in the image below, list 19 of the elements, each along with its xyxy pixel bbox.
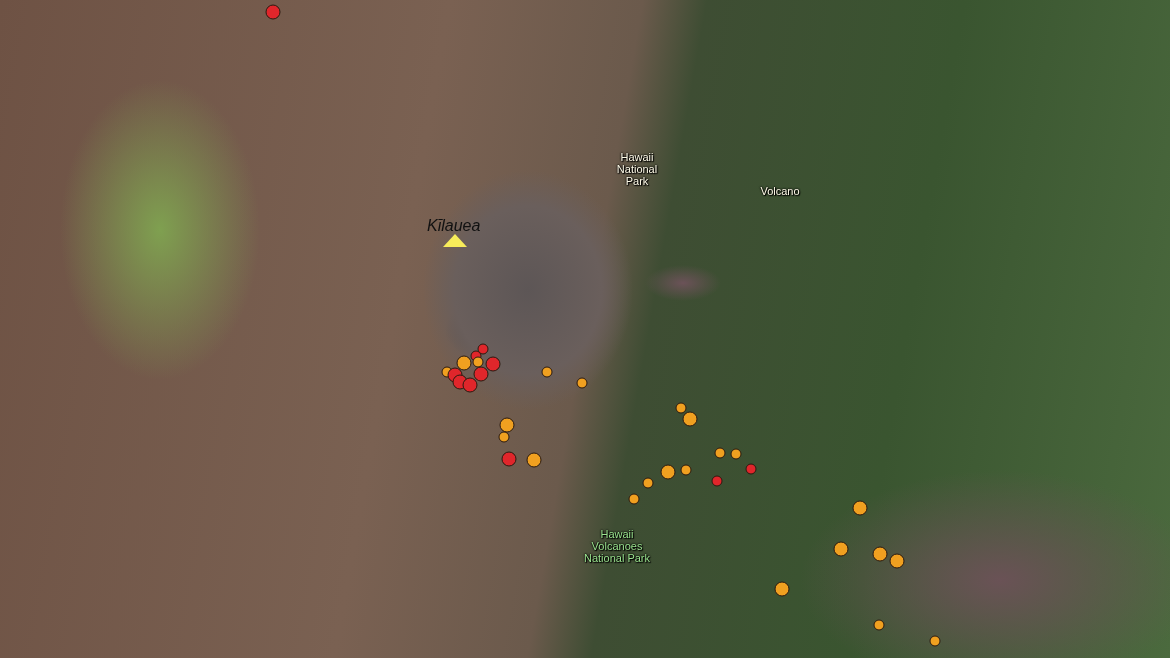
place-label: Hawaii Volcanoes National Park bbox=[584, 528, 650, 564]
earthquake-marker[interactable] bbox=[498, 431, 510, 443]
earthquake-marker[interactable] bbox=[576, 377, 588, 389]
volcano-triangle-icon[interactable] bbox=[443, 234, 467, 247]
earthquake-marker[interactable] bbox=[711, 475, 723, 487]
earthquake-marker[interactable] bbox=[628, 493, 640, 505]
earthquake-marker[interactable] bbox=[929, 635, 941, 647]
place-label: Hawaii National Park bbox=[616, 151, 658, 187]
place-label: Volcano bbox=[760, 185, 800, 197]
earthquake-marker[interactable] bbox=[541, 366, 553, 378]
earthquake-marker[interactable] bbox=[680, 464, 692, 476]
volcano-label: Kīlauea bbox=[427, 219, 481, 232]
earthquake-marker[interactable] bbox=[714, 447, 726, 459]
earthquake-marker[interactable] bbox=[642, 477, 654, 489]
earthquake-marker[interactable] bbox=[472, 356, 484, 368]
earthquake-marker[interactable] bbox=[675, 402, 687, 414]
earthquake-marker[interactable] bbox=[745, 463, 757, 475]
earthquake-marker[interactable] bbox=[873, 619, 885, 631]
earthquake-marker[interactable] bbox=[730, 448, 742, 460]
